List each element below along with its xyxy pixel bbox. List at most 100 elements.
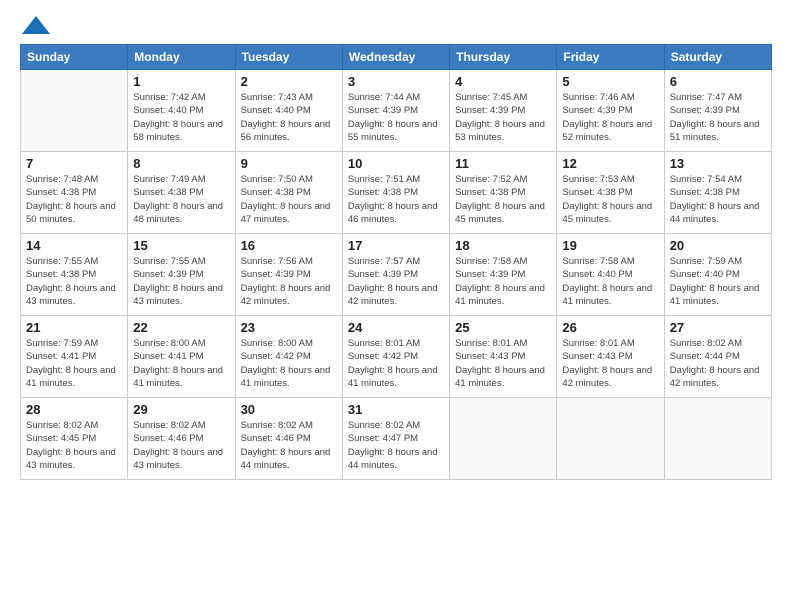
calendar-cell (450, 398, 557, 480)
calendar-page: SundayMondayTuesdayWednesdayThursdayFrid… (0, 0, 792, 612)
day-number: 27 (670, 320, 766, 335)
day-number: 13 (670, 156, 766, 171)
day-number: 18 (455, 238, 551, 253)
day-info: Sunrise: 7:58 AMSunset: 4:40 PMDaylight:… (562, 255, 658, 308)
day-number: 20 (670, 238, 766, 253)
day-info: Sunrise: 7:50 AMSunset: 4:38 PMDaylight:… (241, 173, 337, 226)
logo-icon (22, 16, 50, 34)
day-number: 11 (455, 156, 551, 171)
calendar-week-row-5: 28 Sunrise: 8:02 AMSunset: 4:45 PMDayligh… (21, 398, 772, 480)
weekday-header-sunday: Sunday (21, 45, 128, 70)
day-info: Sunrise: 7:52 AMSunset: 4:38 PMDaylight:… (455, 173, 551, 226)
day-info: Sunrise: 7:49 AMSunset: 4:38 PMDaylight:… (133, 173, 229, 226)
day-number: 24 (348, 320, 444, 335)
day-number: 31 (348, 402, 444, 417)
day-info: Sunrise: 7:59 AMSunset: 4:40 PMDaylight:… (670, 255, 766, 308)
logo (20, 18, 50, 34)
calendar-week-row-3: 14Sunrise: 7:55 AMSunset: 4:38 PMDayligh… (21, 234, 772, 316)
weekday-header-row: SundayMondayTuesdayWednesdayThursdayFrid… (21, 45, 772, 70)
day-info: Sunrise: 8:01 AMSunset: 4:43 PMDaylight:… (562, 337, 658, 390)
calendar-cell: 7Sunrise: 7:48 AMSunset: 4:38 PMDaylight… (21, 152, 128, 234)
calendar-cell: 1Sunrise: 7:42 AMSunset: 4:40 PMDaylight… (128, 70, 235, 152)
calendar-cell: 29 Sunrise: 8:02 AMSunset: 4:46 PMDayligh… (128, 398, 235, 480)
calendar-cell (557, 398, 664, 480)
day-info: Sunrise: 8:02 AMSunset: 4:46 PMDaylight:… (133, 419, 229, 472)
day-info: Sunrise: 7:56 AMSunset: 4:39 PMDaylight:… (241, 255, 337, 308)
calendar-week-row-1: 1Sunrise: 7:42 AMSunset: 4:40 PMDaylight… (21, 70, 772, 152)
calendar-cell: 18Sunrise: 7:58 AMSunset: 4:39 PMDayligh… (450, 234, 557, 316)
calendar-cell: 21 Sunrise: 7:59 AMSunset: 4:41 PMDayligh… (21, 316, 128, 398)
calendar-cell (664, 398, 771, 480)
weekday-header-tuesday: Tuesday (235, 45, 342, 70)
day-number: 6 (670, 74, 766, 89)
day-number: 26 (562, 320, 658, 335)
calendar-cell: 2 Sunrise: 7:43 AMSunset: 4:40 PMDaylight… (235, 70, 342, 152)
day-number: 22 (133, 320, 229, 335)
calendar-cell: 25 Sunrise: 8:01 AMSunset: 4:43 PMDayligh… (450, 316, 557, 398)
day-number: 30 (241, 402, 337, 417)
day-info: Sunrise: 7:54 AMSunset: 4:38 PMDaylight:… (670, 173, 766, 226)
calendar-cell: 10 Sunrise: 7:51 AMSunset: 4:38 PMDayligh… (342, 152, 449, 234)
calendar-cell: 14Sunrise: 7:55 AMSunset: 4:38 PMDayligh… (21, 234, 128, 316)
day-info: Sunrise: 7:51 AMSunset: 4:38 PMDaylight:… (348, 173, 444, 226)
calendar-cell: 30 Sunrise: 8:02 AMSunset: 4:46 PMDayligh… (235, 398, 342, 480)
day-number: 25 (455, 320, 551, 335)
day-info: Sunrise: 7:57 AMSunset: 4:39 PMDaylight:… (348, 255, 444, 308)
calendar-cell: 16 Sunrise: 7:56 AMSunset: 4:39 PMDayligh… (235, 234, 342, 316)
day-info: Sunrise: 8:00 AMSunset: 4:42 PMDaylight:… (241, 337, 337, 390)
day-info: Sunrise: 8:00 AMSunset: 4:41 PMDaylight:… (133, 337, 229, 390)
day-info: Sunrise: 8:01 AMSunset: 4:43 PMDaylight:… (455, 337, 551, 390)
day-number: 15 (133, 238, 229, 253)
calendar-cell: 8Sunrise: 7:49 AMSunset: 4:38 PMDaylight… (128, 152, 235, 234)
calendar-cell: 11 Sunrise: 7:52 AMSunset: 4:38 PMDayligh… (450, 152, 557, 234)
calendar-cell: 4 Sunrise: 7:45 AMSunset: 4:39 PMDaylight… (450, 70, 557, 152)
weekday-header-saturday: Saturday (664, 45, 771, 70)
day-number: 2 (241, 74, 337, 89)
day-info: Sunrise: 7:55 AMSunset: 4:38 PMDaylight:… (26, 255, 122, 308)
calendar-cell: 17 Sunrise: 7:57 AMSunset: 4:39 PMDayligh… (342, 234, 449, 316)
day-info: Sunrise: 7:45 AMSunset: 4:39 PMDaylight:… (455, 91, 551, 144)
day-info: Sunrise: 8:02 AMSunset: 4:45 PMDaylight:… (26, 419, 122, 472)
calendar-cell: 3 Sunrise: 7:44 AMSunset: 4:39 PMDaylight… (342, 70, 449, 152)
calendar-week-row-2: 7Sunrise: 7:48 AMSunset: 4:38 PMDaylight… (21, 152, 772, 234)
weekday-header-wednesday: Wednesday (342, 45, 449, 70)
day-number: 10 (348, 156, 444, 171)
page-header (20, 18, 772, 34)
weekday-header-monday: Monday (128, 45, 235, 70)
day-number: 19 (562, 238, 658, 253)
day-info: Sunrise: 7:44 AMSunset: 4:39 PMDaylight:… (348, 91, 444, 144)
day-number: 5 (562, 74, 658, 89)
day-info: Sunrise: 7:47 AMSunset: 4:39 PMDaylight:… (670, 91, 766, 144)
calendar-cell (21, 70, 128, 152)
calendar-cell: 31Sunrise: 8:02 AMSunset: 4:47 PMDayligh… (342, 398, 449, 480)
calendar-cell: 5Sunrise: 7:46 AMSunset: 4:39 PMDaylight… (557, 70, 664, 152)
day-number: 28 (26, 402, 122, 417)
calendar-cell: 15Sunrise: 7:55 AMSunset: 4:39 PMDayligh… (128, 234, 235, 316)
calendar-cell: 27 Sunrise: 8:02 AMSunset: 4:44 PMDayligh… (664, 316, 771, 398)
day-number: 3 (348, 74, 444, 89)
calendar-cell: 19 Sunrise: 7:58 AMSunset: 4:40 PMDayligh… (557, 234, 664, 316)
day-info: Sunrise: 8:01 AMSunset: 4:42 PMDaylight:… (348, 337, 444, 390)
weekday-header-thursday: Thursday (450, 45, 557, 70)
day-number: 29 (133, 402, 229, 417)
day-info: Sunrise: 7:53 AMSunset: 4:38 PMDaylight:… (562, 173, 658, 226)
calendar-cell: 9 Sunrise: 7:50 AMSunset: 4:38 PMDaylight… (235, 152, 342, 234)
calendar-table: SundayMondayTuesdayWednesdayThursdayFrid… (20, 44, 772, 480)
day-number: 4 (455, 74, 551, 89)
calendar-cell: 20 Sunrise: 7:59 AMSunset: 4:40 PMDayligh… (664, 234, 771, 316)
day-number: 21 (26, 320, 122, 335)
calendar-cell: 28 Sunrise: 8:02 AMSunset: 4:45 PMDayligh… (21, 398, 128, 480)
calendar-cell: 13 Sunrise: 7:54 AMSunset: 4:38 PMDayligh… (664, 152, 771, 234)
day-number: 9 (241, 156, 337, 171)
day-info: Sunrise: 7:43 AMSunset: 4:40 PMDaylight:… (241, 91, 337, 144)
calendar-cell: 26 Sunrise: 8:01 AMSunset: 4:43 PMDayligh… (557, 316, 664, 398)
calendar-cell: 22 Sunrise: 8:00 AMSunset: 4:41 PMDayligh… (128, 316, 235, 398)
day-info: Sunrise: 8:02 AMSunset: 4:46 PMDaylight:… (241, 419, 337, 472)
calendar-cell: 23Sunrise: 8:00 AMSunset: 4:42 PMDayligh… (235, 316, 342, 398)
day-number: 16 (241, 238, 337, 253)
calendar-week-row-4: 21 Sunrise: 7:59 AMSunset: 4:41 PMDayligh… (21, 316, 772, 398)
day-info: Sunrise: 7:59 AMSunset: 4:41 PMDaylight:… (26, 337, 122, 390)
day-info: Sunrise: 8:02 AMSunset: 4:44 PMDaylight:… (670, 337, 766, 390)
day-number: 17 (348, 238, 444, 253)
calendar-cell: 12Sunrise: 7:53 AMSunset: 4:38 PMDayligh… (557, 152, 664, 234)
